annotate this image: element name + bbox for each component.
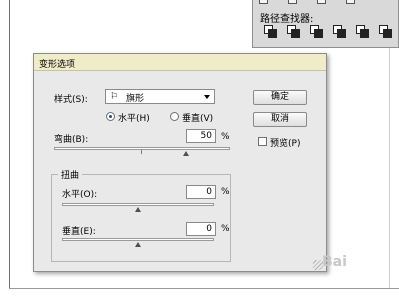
- distortion-group-title: 扭曲: [58, 168, 83, 181]
- vertical-radio-label: 垂直(V): [182, 114, 214, 124]
- bend-input[interactable]: 50: [186, 129, 216, 143]
- divide-icon[interactable]: [263, 24, 278, 39]
- flag-icon: ⚐: [110, 92, 119, 102]
- merge-icon[interactable]: [309, 24, 324, 39]
- dist-horizontal-slider-track[interactable]: [62, 203, 214, 206]
- chevron-down-icon: [204, 95, 210, 99]
- crop-icon[interactable]: [332, 24, 347, 39]
- dialog-title-bar[interactable]: 变形选项: [34, 54, 326, 71]
- outline-icon[interactable]: [355, 24, 370, 39]
- bend-label: 弯曲(B):: [54, 135, 89, 145]
- dist-horizontal-label: 水平(O):: [62, 190, 98, 200]
- dist-vertical-slider-track[interactable]: [62, 238, 214, 241]
- dist-horizontal-input[interactable]: 0: [186, 185, 216, 199]
- dist-vertical-input[interactable]: 0: [186, 222, 216, 236]
- watermark: Bai: [322, 254, 347, 270]
- dist-vertical-slider-thumb[interactable]: [135, 242, 141, 247]
- style-label: 样式(S):: [54, 95, 88, 105]
- dist-vertical-percent: %: [221, 224, 230, 234]
- style-dropdown[interactable]: ⚐ 旗形: [105, 89, 215, 104]
- bend-percent: %: [221, 132, 230, 142]
- dist-vertical-label: 垂直(E):: [62, 227, 96, 237]
- shape-mode-icon[interactable]: [317, 0, 326, 4]
- preview-checkbox[interactable]: [258, 137, 267, 146]
- preview-label: 预览(P): [270, 139, 301, 149]
- horizontal-radio[interactable]: [106, 112, 115, 121]
- cancel-button[interactable]: 取消: [253, 112, 307, 127]
- dist-horizontal-slider-thumb[interactable]: [135, 207, 141, 212]
- canvas-bottom-edge: [9, 288, 399, 289]
- bend-slider-thumb[interactable]: [183, 151, 189, 156]
- bend-slider-track[interactable]: [54, 147, 230, 150]
- trim-icon[interactable]: [286, 24, 301, 39]
- canvas-left-edge: [9, 0, 10, 288]
- style-value: 旗形: [126, 94, 145, 104]
- canvas-right-edge: [389, 48, 390, 288]
- pathfinder-panel: 路径查找器:: [252, 0, 399, 48]
- vertical-radio[interactable]: [170, 112, 179, 121]
- dialog-title: 变形选项: [39, 60, 76, 70]
- pathfinder-top-row: [259, 0, 355, 4]
- warp-options-dialog: 变形选项 样式(S): ⚐ 旗形 水平(H) 垂直(V) 弯曲(B): 50 %…: [33, 53, 327, 272]
- dist-horizontal-percent: %: [221, 187, 230, 197]
- shape-mode-icon[interactable]: [346, 0, 355, 4]
- shape-mode-icon[interactable]: [259, 0, 268, 4]
- pathfinder-icons: [263, 24, 393, 39]
- ok-button[interactable]: 确定: [253, 90, 307, 105]
- shape-mode-icon[interactable]: [288, 0, 297, 4]
- bend-slider-center-tick: [141, 150, 142, 154]
- pathfinder-title: 路径查找器:: [260, 14, 314, 25]
- minus-back-icon[interactable]: [378, 24, 393, 39]
- horizontal-radio-label: 水平(H): [118, 114, 150, 124]
